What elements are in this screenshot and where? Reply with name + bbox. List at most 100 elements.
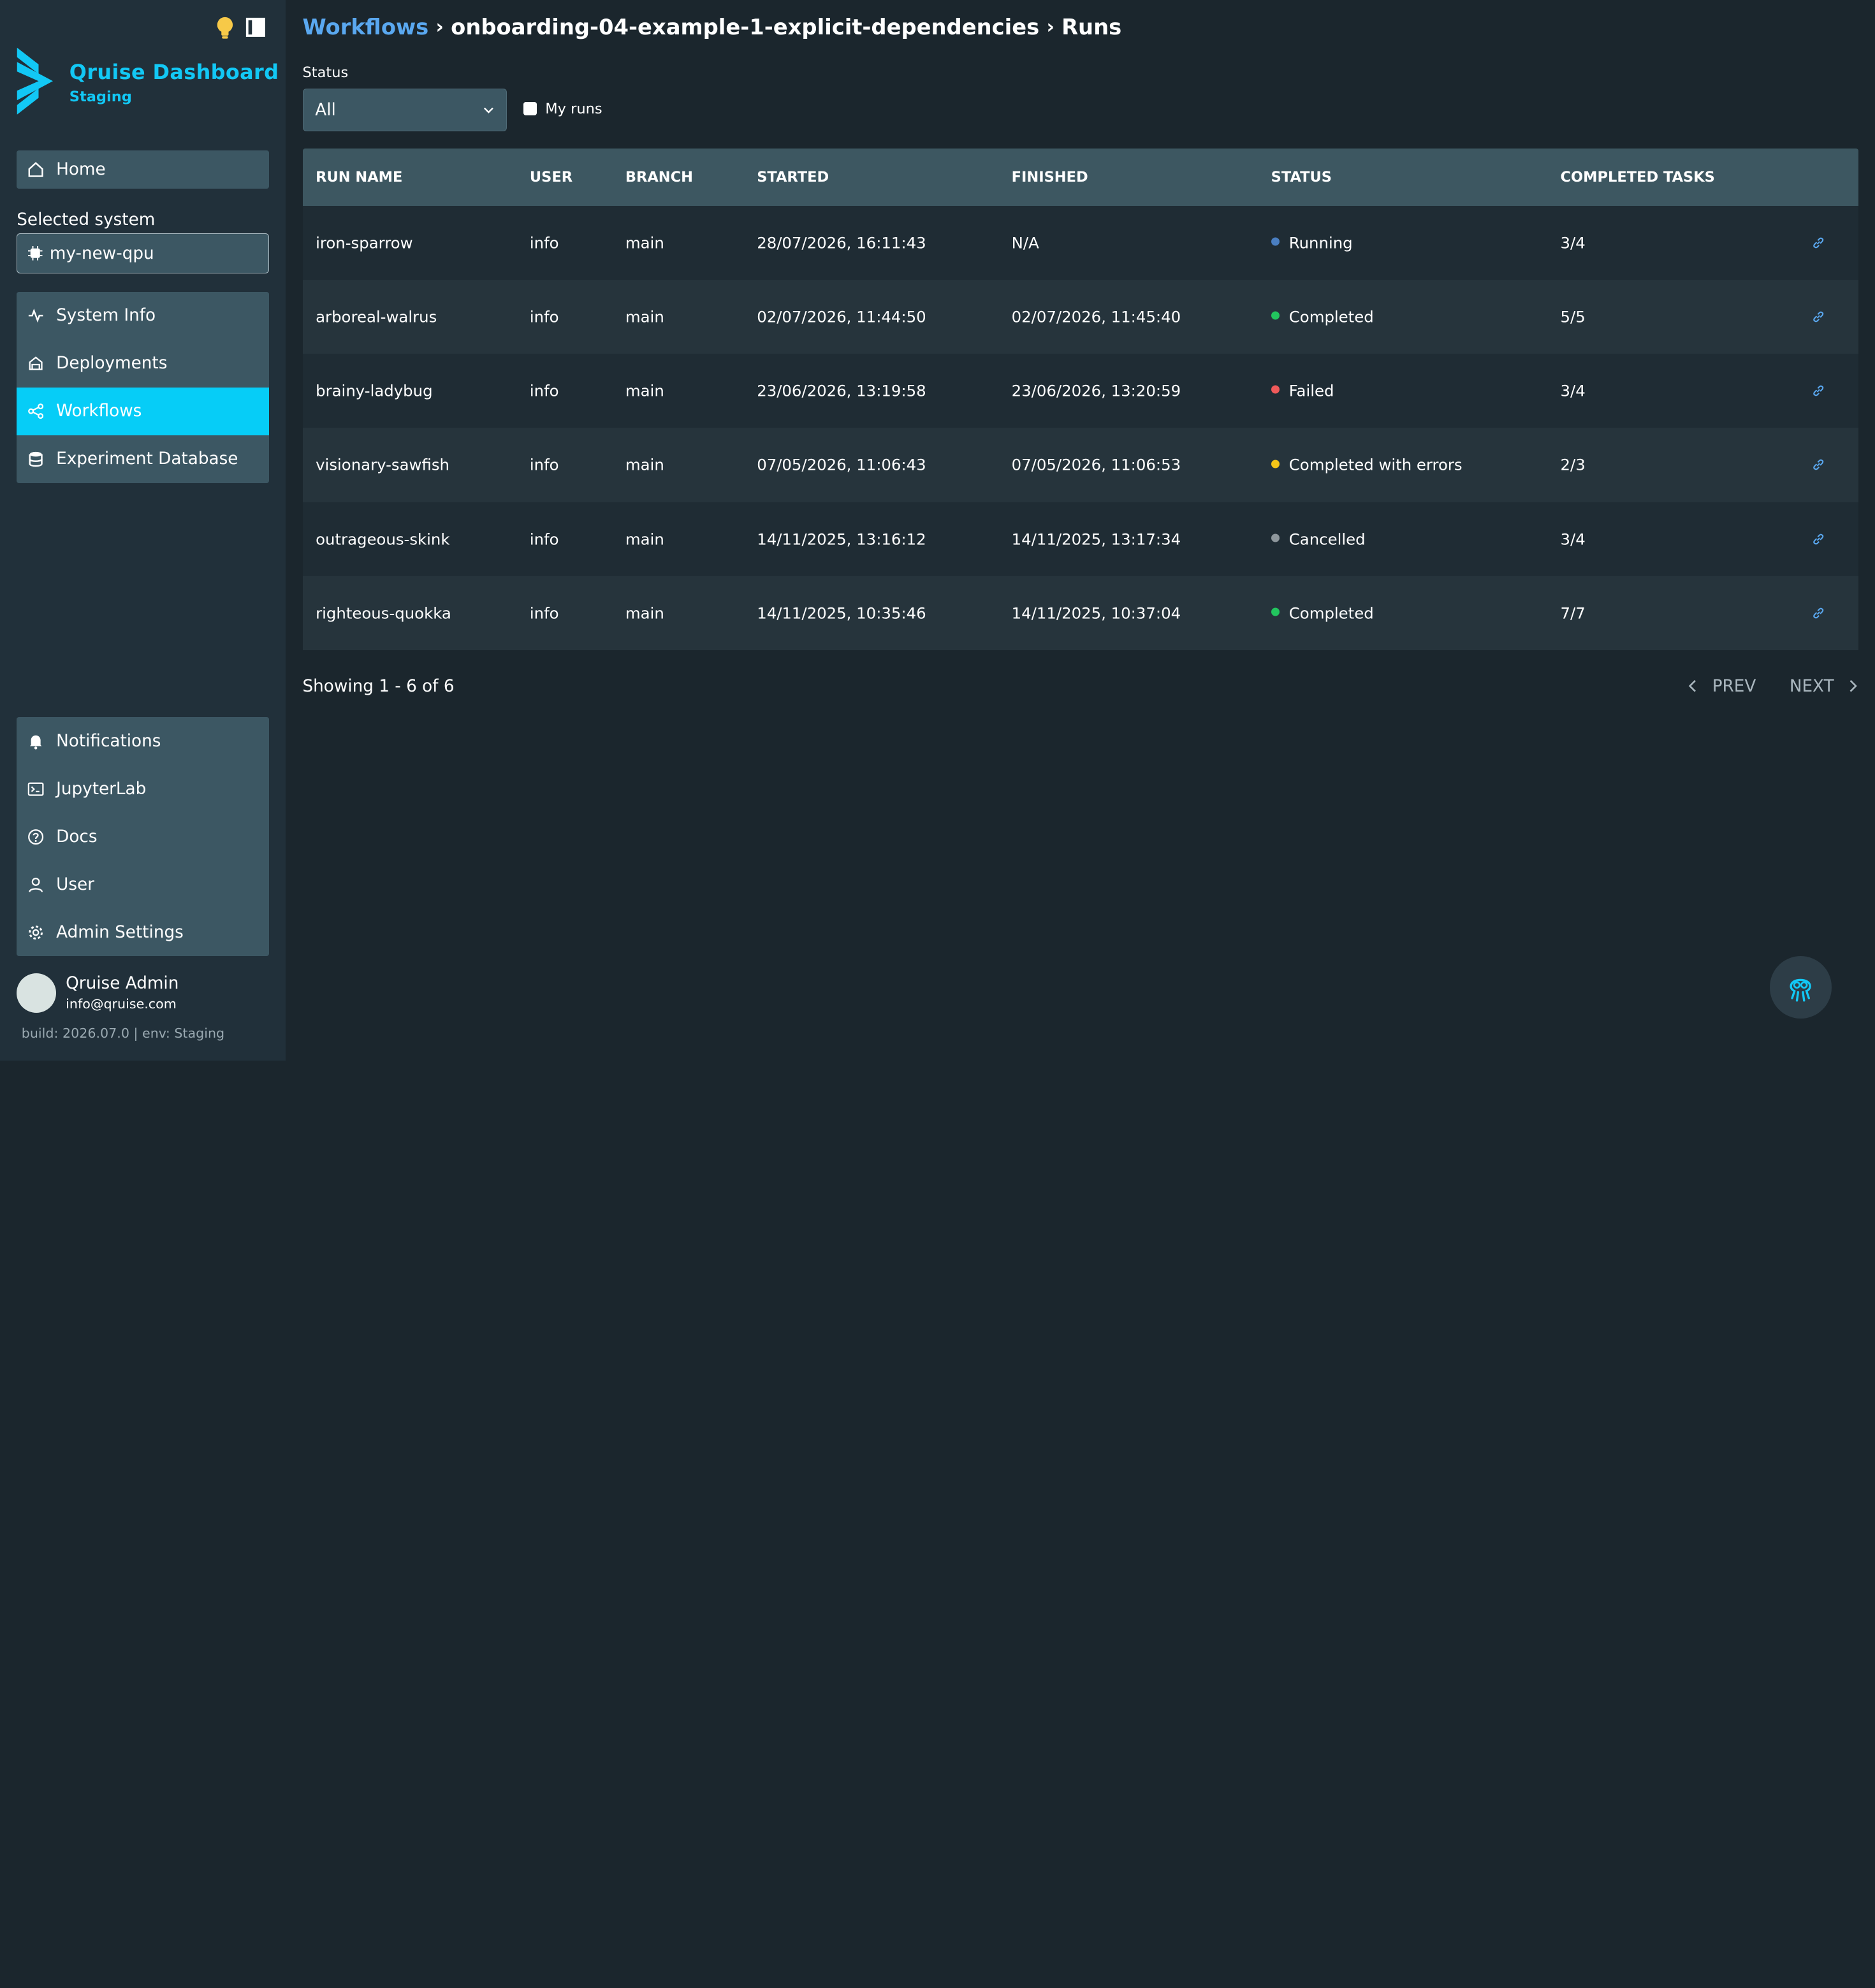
table-row[interactable]: iron-sparrow info main 28/07/2026, 16:11:43…: [302, 205, 1858, 280]
database-icon: [29, 451, 43, 467]
link-icon[interactable]: [1811, 532, 1826, 547]
chip-icon: [28, 246, 43, 261]
user-icon: [29, 877, 43, 892]
chevron-left-icon[interactable]: [1686, 679, 1700, 693]
link-icon[interactable]: [1811, 606, 1826, 621]
finished-cell: 14/11/2025, 13:17:34: [1011, 530, 1181, 549]
nav-system-info[interactable]: System Info: [17, 292, 269, 340]
user-cell: info: [529, 455, 559, 474]
run-name-cell: brainy-ladybug: [316, 381, 433, 400]
run-name-cell: iron-sparrow: [316, 233, 413, 252]
branch-cell: main: [625, 307, 664, 326]
status-cell: Running: [1271, 233, 1353, 252]
table-row[interactable]: visionary-sawfish info main 07/05/2026, 11:…: [302, 428, 1858, 502]
finished-cell: 02/07/2026, 11:45:40: [1011, 307, 1181, 326]
link-icon[interactable]: [1811, 384, 1826, 398]
nav-admin-settings[interactable]: Admin Settings: [17, 908, 269, 956]
status-text: Failed: [1288, 381, 1334, 400]
lightbulb-icon[interactable]: [214, 15, 236, 40]
help-icon: [28, 829, 44, 845]
sidebar-toggle-icon[interactable]: [245, 17, 266, 38]
build-info: build: 2026.07.0 | env: Staging: [21, 1026, 225, 1041]
finished-cell: N/A: [1011, 233, 1039, 252]
nav-experiment-database-label: Experiment Database: [56, 449, 238, 469]
table-row[interactable]: righteous-quokka info main 14/11/2025, 10:3…: [302, 576, 1858, 651]
selected-system-select[interactable]: my-new-qpu: [17, 233, 269, 274]
user-cell: info: [529, 233, 559, 252]
run-name-cell: outrageous-skink: [316, 530, 450, 549]
nav-workflows[interactable]: Workflows: [17, 387, 269, 435]
column-header[interactable]: BRANCH: [625, 169, 693, 185]
selected-system-value: my-new-qpu: [49, 243, 154, 263]
status-text: Completed: [1288, 307, 1374, 326]
table-row[interactable]: outrageous-skink info main 14/11/2025, 13:1…: [302, 502, 1858, 576]
user-email: info@qruise.com: [66, 996, 177, 1012]
status-dot-icon: [1271, 460, 1280, 468]
chevron-down-icon: [483, 107, 493, 114]
brand-text: Qruise Dashboard Staging: [69, 45, 279, 106]
status-cell: Completed with errors: [1271, 456, 1463, 474]
nav-docs[interactable]: Docs: [17, 813, 269, 860]
chevron-right-icon[interactable]: [1846, 679, 1860, 693]
run-name-cell: righteous-quokka: [316, 604, 451, 623]
status-text: Cancelled: [1288, 530, 1366, 549]
bell-icon: [29, 735, 42, 750]
my-runs-checkbox[interactable]: [523, 102, 537, 115]
nav-jupyterlab-label: JupyterLab: [56, 779, 147, 799]
nav-experiment-database[interactable]: Experiment Database: [17, 435, 269, 483]
activity-icon: [29, 308, 43, 323]
nav-home[interactable]: Home: [17, 150, 269, 189]
status-text: Completed: [1288, 604, 1374, 623]
workflow-icon: [28, 403, 44, 419]
status-filter-select[interactable]: All: [302, 88, 507, 132]
column-header[interactable]: RUN NAME: [316, 169, 402, 185]
user-text: Qruise Admin info@qruise.com: [66, 974, 179, 1012]
my-runs-filter[interactable]: My runs: [523, 101, 602, 117]
home-icon: [28, 162, 43, 177]
column-header[interactable]: FINISHED: [1012, 169, 1088, 185]
my-runs-label: My runs: [545, 100, 602, 117]
user-cell: info: [529, 604, 559, 623]
deployments-icon: [29, 356, 43, 370]
started-cell: 23/06/2026, 13:19:58: [757, 381, 926, 400]
table-row[interactable]: arboreal-walrus info main 02/07/2026, 11:44…: [302, 279, 1858, 354]
brand-title: Qruise Dashboard: [69, 59, 279, 84]
status-cell: Completed: [1271, 604, 1374, 623]
column-header[interactable]: STATUS: [1271, 169, 1332, 185]
status-filter-label: Status: [302, 64, 349, 82]
nav-deployments[interactable]: Deployments: [17, 340, 269, 388]
status-text: Completed with errors: [1288, 455, 1463, 474]
next-button[interactable]: NEXT: [1790, 677, 1834, 696]
status-dot-icon: [1271, 607, 1280, 616]
link-icon[interactable]: [1811, 458, 1826, 472]
user-profile[interactable]: Qruise Admin info@qruise.com: [17, 973, 179, 1013]
started-cell: 02/07/2026, 11:44:50: [757, 307, 926, 326]
nav-user[interactable]: User: [17, 860, 269, 908]
sidebar: Qruise Dashboard Staging Home Selected s…: [0, 0, 286, 1061]
finished-cell: 07/05/2026, 11:06:53: [1011, 455, 1181, 474]
link-icon[interactable]: [1811, 310, 1826, 324]
status-text: Running: [1288, 233, 1353, 252]
nav-notifications-label: Notifications: [56, 731, 161, 751]
avatar: [17, 973, 57, 1013]
completed-tasks-cell: 5/5: [1560, 307, 1586, 326]
status-dot-icon: [1271, 385, 1280, 394]
breadcrumb-workflow-name[interactable]: onboarding-04-example-1-explicit-depende…: [451, 15, 1039, 40]
prev-button[interactable]: PREV: [1712, 677, 1756, 696]
qruise-logo-icon: [17, 48, 53, 115]
branch-cell: main: [625, 604, 664, 623]
link-icon[interactable]: [1811, 235, 1826, 250]
nav-jupyterlab[interactable]: JupyterLab: [17, 765, 269, 813]
column-header[interactable]: USER: [530, 169, 573, 185]
assistant-bot-button[interactable]: [1769, 956, 1832, 1019]
column-header[interactable]: STARTED: [757, 169, 829, 185]
breadcrumb-workflows-link[interactable]: Workflows: [303, 15, 429, 40]
user-cell: info: [529, 307, 559, 326]
nav-notifications[interactable]: Notifications: [17, 717, 269, 765]
column-header[interactable]: COMPLETED TASKS: [1561, 169, 1715, 185]
started-cell: 07/05/2026, 11:06:43: [757, 455, 926, 474]
breadcrumb: Workflows › onboarding-04-example-1-expl…: [303, 15, 1122, 40]
branch-cell: main: [625, 233, 664, 252]
table-row[interactable]: brainy-ladybug info main 23/06/2026, 13:19:…: [302, 354, 1858, 428]
pagination: PREV NEXT: [1686, 677, 1860, 696]
